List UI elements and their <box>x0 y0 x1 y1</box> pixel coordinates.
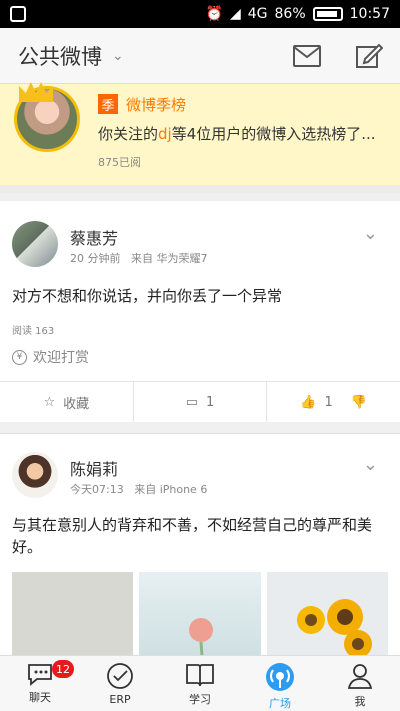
tab-erp[interactable]: ERP <box>80 656 160 711</box>
banner-read-count: 875已阅 <box>98 156 141 169</box>
image-gallery[interactable] <box>12 572 388 656</box>
favorite-button[interactable]: ☆ 收藏 <box>0 382 133 422</box>
coin-icon: ¥ <box>12 349 27 365</box>
broadcast-icon <box>266 663 294 691</box>
alarm-icon: ⏰ <box>205 6 223 22</box>
thumbs-down-icon: 👎 <box>350 394 367 410</box>
season-tag: 季 <box>98 94 118 114</box>
post-text: 对方不想和你说话，并向你丢了一个异常 <box>12 287 283 305</box>
compose-button[interactable] <box>354 41 384 71</box>
avatar[interactable] <box>12 452 58 498</box>
mail-icon <box>293 44 321 67</box>
post-card[interactable]: 蔡惠芳 20 分钟前 来自 华为荣耀7 ⌄ 对方不想和你说话，并向你丢了一个异常… <box>0 201 400 422</box>
tab-square[interactable]: 广场 <box>240 656 320 711</box>
status-time: 10:57 <box>349 6 390 22</box>
page-title[interactable]: 公共微博 ⌄ <box>18 41 124 71</box>
user-name[interactable]: 蔡惠芳 <box>70 225 118 249</box>
chevron-down-icon[interactable]: ⌄ <box>363 454 378 475</box>
post-meta: 20 分钟前 来自 华为荣耀7 <box>70 252 208 265</box>
post-meta: 今天07:13 来自 iPhone 6 <box>70 483 208 496</box>
thumbs-up-icon: 👍 <box>300 394 317 410</box>
post-image[interactable] <box>139 572 261 656</box>
like-button[interactable]: 👍 1 👎 <box>266 382 400 422</box>
read-count: 阅读 163 <box>12 326 55 337</box>
post-card[interactable]: 陈娟莉 今天07:13 来自 iPhone 6 ⌄ 与其在意别人的背弃和不善，不… <box>0 433 400 656</box>
comment-icon: ▭ <box>185 394 199 410</box>
chat-icon <box>28 664 52 686</box>
post-text: 与其在意别人的背弃和不善，不如经营自己的尊严和美好。 <box>12 516 373 556</box>
banner-title[interactable]: 微博季榜 <box>126 94 186 115</box>
notification-icon <box>10 6 26 22</box>
banner-description: 你关注的dj等4位用户的微博入选热榜了... <box>98 125 376 143</box>
post-actions: ☆ 收藏 ▭ 1 👍 1 👎 <box>0 381 400 422</box>
star-icon: ☆ <box>43 394 56 410</box>
unread-badge: 12 <box>52 660 74 678</box>
avatar[interactable] <box>12 221 58 267</box>
post-image[interactable] <box>12 572 134 656</box>
user-name[interactable]: 陈娟莉 <box>70 456 118 480</box>
tab-me[interactable]: 我 <box>320 656 400 711</box>
tab-learning[interactable]: 学习 <box>160 656 240 711</box>
network-label: 4G <box>247 6 268 22</box>
check-circle-icon <box>107 663 133 689</box>
top-header: 公共微博 ⌄ <box>0 28 400 84</box>
rose-image-icon <box>189 618 214 656</box>
page-title-text: 公共微博 <box>18 44 102 69</box>
battery-percentage: 86% <box>274 6 306 22</box>
chevron-down-icon[interactable]: ⌄ <box>363 223 378 244</box>
tab-chat[interactable]: 聊天 12 <box>0 656 80 711</box>
user-icon <box>347 664 373 689</box>
book-icon <box>186 664 214 687</box>
edit-icon <box>356 43 383 68</box>
chevron-down-icon: ⌄ <box>112 47 124 64</box>
mail-button[interactable] <box>292 41 322 71</box>
battery-icon <box>312 7 343 21</box>
bottom-tab-bar: 聊天 12 ERP 学习 广场 我 <box>0 655 400 711</box>
sunflower-image-icon <box>296 599 372 656</box>
status-bar: ⏰ ◢ 4G 86% 10:57 <box>0 0 400 28</box>
comment-button[interactable]: ▭ 1 <box>132 382 267 422</box>
wifi-icon: ◢ <box>229 6 241 22</box>
reward-button[interactable]: ¥ 欢迎打赏 <box>12 347 89 367</box>
post-image[interactable] <box>266 572 388 656</box>
